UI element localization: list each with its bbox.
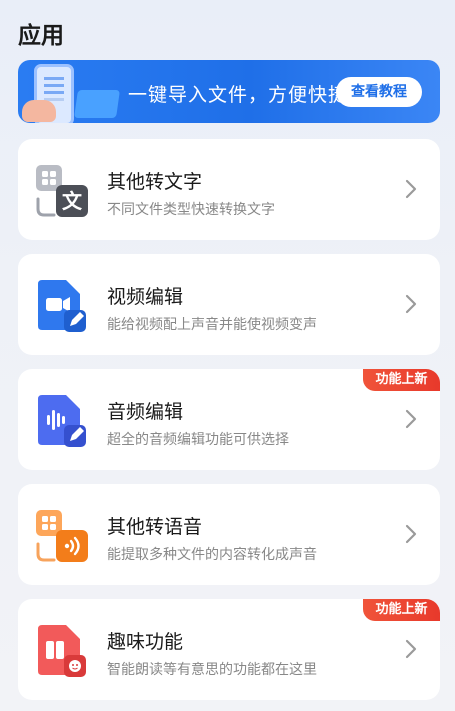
list-item-doc-to-text[interactable]: 文 其他转文字 不同文件类型快速转换文字 <box>18 139 440 240</box>
hand-illustration <box>22 100 56 122</box>
item-desc: 智能朗读等有意思的功能都在这里 <box>107 662 317 678</box>
page-title: 应用 <box>18 23 64 49</box>
list-item-doc-to-speech[interactable]: 其他转语音 能提取多种文件的内容转化成声音 <box>18 484 440 585</box>
chevron-right-icon <box>405 639 417 659</box>
fun-feature-icon <box>36 625 88 677</box>
banner-text: 一键导入文件，方便快捷 <box>128 84 349 106</box>
chevron-right-icon <box>405 524 417 544</box>
new-feature-badge: 功能上新 <box>363 369 440 391</box>
list-item-audio-edit[interactable]: 功能上新 音频编辑 超全的音频编辑功能可供选择 <box>18 369 440 470</box>
item-title: 趣味功能 <box>107 631 184 653</box>
list-item-video-edit[interactable]: 视频编辑 能给视频配上声音并能使视频变声 <box>18 254 440 355</box>
svg-text:文: 文 <box>62 189 83 213</box>
item-title: 其他转文字 <box>107 171 203 193</box>
doc-to-speech-icon <box>36 510 88 562</box>
folder-illustration <box>74 90 120 118</box>
item-title: 其他转语音 <box>107 516 203 538</box>
view-tutorial-button[interactable]: 查看教程 <box>336 77 422 107</box>
chevron-right-icon <box>405 409 417 429</box>
chevron-right-icon <box>405 179 417 199</box>
item-desc: 能给视频配上声音并能使视频变声 <box>107 317 317 333</box>
item-title: 音频编辑 <box>107 401 184 423</box>
list-item-fun-features[interactable]: 功能上新 趣味功能 智能朗读等有意思的功能都在这里 <box>18 599 440 700</box>
item-desc: 超全的音频编辑功能可供选择 <box>107 432 289 448</box>
item-desc: 不同文件类型快速转换文字 <box>107 202 275 218</box>
app-list: 文 其他转文字 不同文件类型快速转换文字 视频编辑 能给视频配上声音并能使视频变… <box>18 139 440 711</box>
item-title: 视频编辑 <box>107 286 184 308</box>
new-feature-badge: 功能上新 <box>363 599 440 621</box>
audio-edit-icon <box>36 395 88 447</box>
doc-to-text-icon: 文 <box>36 165 88 217</box>
video-edit-icon <box>36 280 88 332</box>
import-files-banner[interactable]: 一键导入文件，方便快捷 查看教程 <box>18 60 440 123</box>
item-desc: 能提取多种文件的内容转化成声音 <box>107 547 317 563</box>
chevron-right-icon <box>405 294 417 314</box>
